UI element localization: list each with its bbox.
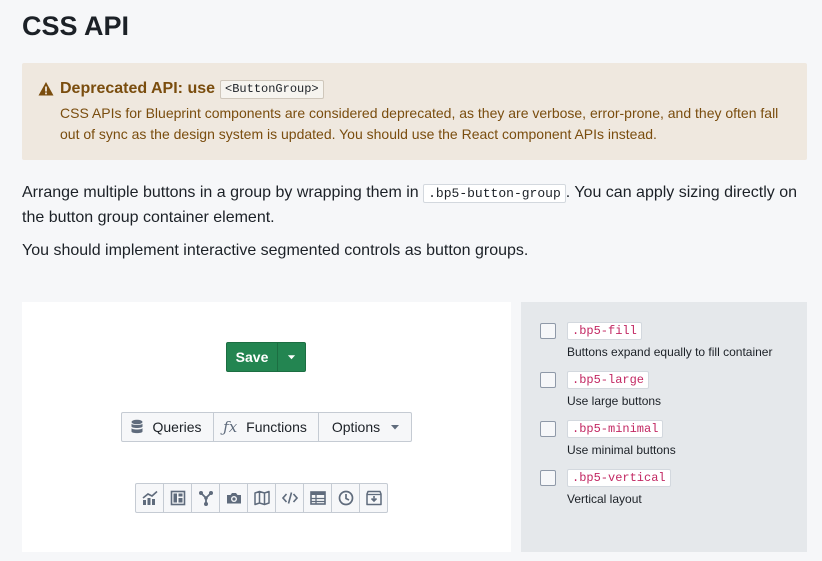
caret-down-icon [287,355,296,360]
save-label: Save [235,349,269,365]
large-checkbox[interactable] [540,372,556,388]
minimal-option-code: .bp5-minimal [567,420,664,438]
vertical-checkbox[interactable] [540,470,556,486]
functions-button[interactable]: ƒx Functions [213,412,319,442]
page-title: CSS API [22,11,130,41]
archive-icon [365,490,382,506]
example-panel: Save Queries ƒx Functions Options [22,302,511,552]
intro-text-start: Arrange multiple buttons in a group by w… [22,184,424,201]
fill-checkbox[interactable] [540,323,556,339]
save-button[interactable]: Save [226,342,278,372]
option-minimal: .bp5-minimal Use minimal buttons [540,420,807,458]
dashboard-icon [170,490,185,506]
chart-icon [142,490,158,505]
graph-icon [198,491,213,506]
queries-button[interactable]: Queries [121,412,214,442]
caret-down-icon [391,425,400,430]
functions-label: Functions [246,419,307,435]
large-option-label: Use large buttons [567,394,662,408]
deprecation-callout: Deprecated API: use <ButtonGroup> CSS AP… [22,63,807,160]
function-icon: ƒx [223,418,238,436]
map-icon [253,490,270,506]
queries-label: Queries [152,419,202,435]
table-icon [309,491,326,505]
minimal-option-label: Use minimal buttons [567,443,676,457]
option-fill: .bp5-fill Buttons expand equally to fill… [540,322,807,360]
database-icon [131,419,143,434]
option-large: .bp5-large Use large buttons [540,371,807,409]
chart-button[interactable] [135,483,164,513]
code-button[interactable] [275,483,304,513]
warning-icon [38,82,54,96]
options-button[interactable]: Options [318,412,412,442]
large-option-code: .bp5-large [567,371,650,389]
minimal-checkbox[interactable] [540,421,556,437]
inline-code-button-group: .bp5-button-group [423,184,566,203]
save-dropdown-button[interactable] [277,342,306,372]
table-button[interactable] [303,483,332,513]
options-label: Options [331,419,381,435]
graph-button[interactable] [191,483,220,513]
callout-body: CSS APIs for Blueprint components are co… [60,105,779,142]
vertical-option-code: .bp5-vertical [567,469,671,487]
camera-icon [226,493,241,504]
dashboard-button[interactable] [163,483,192,513]
fill-option-code: .bp5-fill [567,322,642,340]
map-button[interactable] [247,483,276,513]
callout-code: <ButtonGroup> [220,79,324,99]
time-icon [338,490,353,506]
callout-title: Deprecated API: use [60,80,216,97]
intro-paragraph: Arrange multiple buttons in a group by w… [22,181,812,230]
camera-button[interactable] [219,483,248,513]
segmented-paragraph: You should implement interactive segment… [22,242,529,259]
option-vertical: .bp5-vertical Vertical layout [540,469,807,507]
code-icon [281,492,298,504]
archive-button[interactable] [359,483,388,513]
save-button-group: Save [226,342,306,372]
vertical-option-label: Vertical layout [567,492,642,506]
fill-option-label: Buttons expand equally to fill container [567,345,773,359]
options-panel: .bp5-fill Buttons expand equally to fill… [521,302,807,552]
icon-button-group [135,483,388,513]
time-button[interactable] [331,483,360,513]
menu-button-group: Queries ƒx Functions Options [121,412,412,442]
